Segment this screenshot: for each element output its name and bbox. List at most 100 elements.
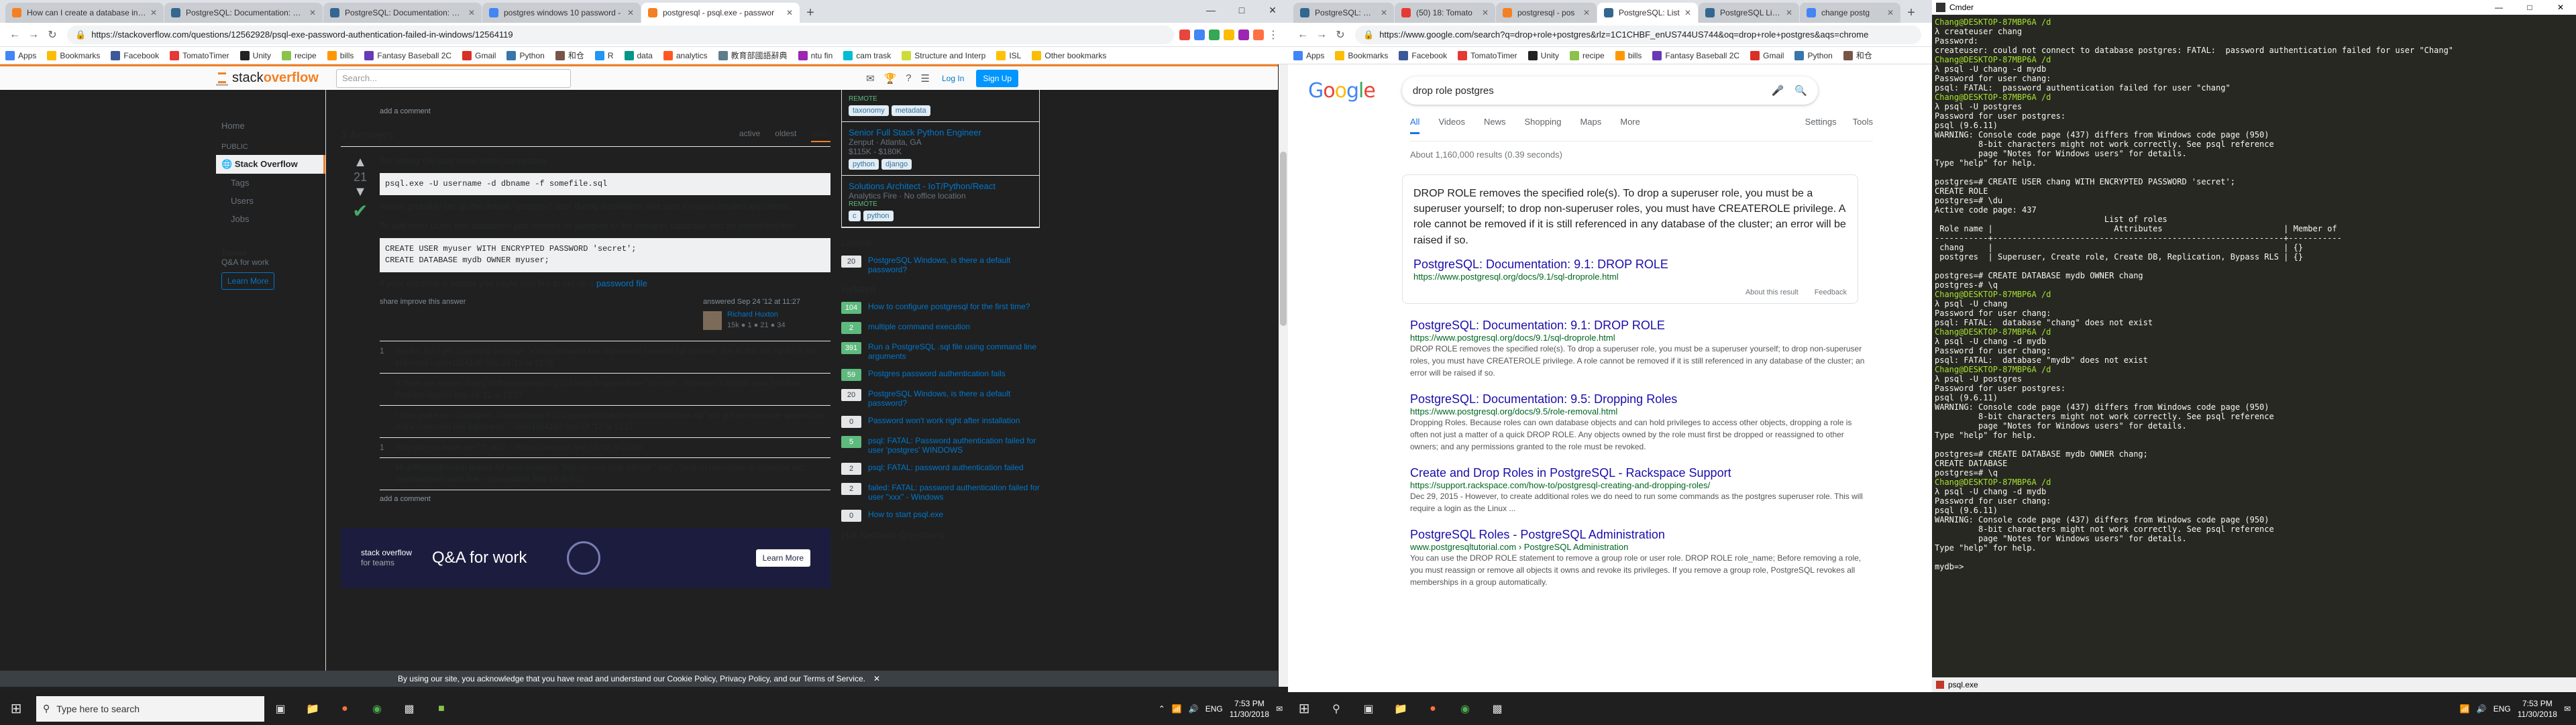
tray-chevron-icon[interactable]: ⌃ [1159,704,1165,714]
mic-icon[interactable]: 🎤 [1771,85,1784,97]
bookmark-item[interactable]: 和仓 [1843,50,1872,61]
about-result-link[interactable]: About this result [1746,288,1799,296]
bookmark-item[interactable]: recipe [282,50,317,60]
result-title-link[interactable]: Create and Drop Roles in PostgreSQL - Ra… [1410,466,1866,480]
close-tab-icon[interactable]: ✕ [1381,8,1387,17]
bookmark-item[interactable]: Bookmarks [1335,50,1388,60]
extension-icon[interactable] [1238,29,1249,40]
browser-tab[interactable]: PostgreSQL: Documentation: 8.3: ✕ [323,3,482,23]
tag[interactable]: django [881,159,912,170]
lang-indicator[interactable]: ENG [2493,704,2511,714]
bookmark-item[interactable]: 教育部國語辭典 [718,50,788,61]
terminal-app-icon[interactable]: ▩ [393,692,425,725]
nav-home[interactable]: Home [216,117,325,135]
browser-tab[interactable]: PostgreSQL: Docu ✕ [1293,3,1394,23]
bookmark-item[interactable]: Facebook [111,50,159,60]
job-listing[interactable]: Senior Full Stack Python Engineer Zenput … [842,122,1039,176]
extension-icon[interactable] [1224,29,1234,40]
so-logo[interactable]: stackoverflow [216,70,319,86]
bookmark-item[interactable]: analytics [663,50,708,60]
lang-indicator[interactable]: ENG [1205,704,1223,714]
google-tab[interactable]: Videos [1438,117,1465,134]
related-question[interactable]: 2 multiple command execution [841,322,1042,334]
close-tab-icon[interactable]: ✕ [1583,8,1590,17]
bookmark-item[interactable]: recipe [1570,50,1605,60]
add-comment-button[interactable]: add a comment [380,489,830,505]
close-tab-icon[interactable]: ✕ [1482,8,1489,17]
taskbar-clock[interactable]: 7:53 PM 11/30/2018 [2518,698,2557,720]
address-bar[interactable]: 🔒 https://stackoverflow.com/questions/12… [67,25,1174,44]
bookmark-item[interactable]: Gmail [1750,50,1784,60]
google-tab[interactable]: News [1484,117,1506,134]
question-link[interactable]: Postgres password authentication fails [868,369,1006,378]
bookmark-item[interactable]: Unity [239,50,271,60]
job-listing[interactable]: Solutions Architect - IoT/Python/React An… [842,176,1039,227]
google-tab[interactable]: Maps [1580,117,1601,134]
maximize-icon[interactable]: □ [2514,3,2545,12]
downvote-icon[interactable]: ▼ [341,184,380,200]
browser-tab[interactable]: postgres windows 10 password - ✕ [482,3,641,23]
nav-stackoverflow[interactable]: 🌐 Stack Overflow [216,155,325,174]
bookmark-item[interactable]: Structure and Interp [902,50,985,60]
volume-icon[interactable]: 🔊 [1189,704,1199,714]
close-tab-icon[interactable]: ✕ [1786,8,1792,17]
close-icon[interactable]: ✕ [873,674,880,683]
sort-oldest-tab[interactable]: oldest [775,129,796,142]
bookmark-item[interactable]: data [624,50,653,60]
banner-learn-more-button[interactable]: Learn More [755,549,810,567]
bookmark-item[interactable]: Gmail [462,50,496,60]
browser-tab[interactable]: change postg ✕ [1800,3,1900,23]
tag[interactable]: taxonomy [849,105,889,116]
related-question[interactable]: 2 failed: FATAL: password authentication … [841,483,1042,502]
sort-active-tab[interactable]: active [739,129,760,142]
related-question[interactable]: 0 Password won't work right after install… [841,416,1042,428]
extension-icon[interactable] [1179,29,1190,40]
bookmark-item[interactable]: Other bookmarks [1032,50,1106,60]
upvote-icon[interactable]: ▲ [341,155,380,170]
related-question[interactable]: 2 psql: FATAL: password authentication fa… [841,463,1042,475]
related-question[interactable]: 20 PostgreSQL Windows, is there a default… [841,389,1042,408]
forward-icon[interactable]: → [1312,25,1331,44]
google-logo[interactable]: Google [1308,79,1376,103]
taskbar-clock[interactable]: 7:53 PM 11/30/2018 [1230,698,1269,720]
close-tab-icon[interactable]: ✕ [309,8,316,17]
close-tab-icon[interactable]: ✕ [468,8,475,17]
job-listing[interactable]: REMOTE taxonomy metadata [842,90,1039,122]
windows-start-icon[interactable]: ⊞ [0,692,32,725]
bookmark-item[interactable]: bills [327,50,354,60]
related-question[interactable]: 0 How to start psql.exe [841,510,1042,522]
browser-tab[interactable]: (50) 18: Tomato ✕ [1395,3,1495,23]
result-title-link[interactable]: PostgreSQL: Documentation: 9.5: Dropping… [1410,392,1866,406]
related-question[interactable]: 59 Postgres password authentication fails [841,369,1042,381]
volume-icon[interactable]: 🔊 [2477,704,2487,714]
network-icon[interactable]: 📶 [1172,704,1182,714]
maximize-icon[interactable]: □ [1226,0,1257,20]
password-file-link[interactable]: password file [596,278,647,288]
related-question[interactable]: 104 How to configure postgresql for the f… [841,302,1042,314]
job-title[interactable]: Senior Full Stack Python Engineer [849,127,1032,137]
close-tab-icon[interactable]: ✕ [1887,8,1894,17]
question-link[interactable]: PostgreSQL Windows, is there a default p… [868,389,1042,408]
related-question[interactable]: 5 psql: FATAL: Password authentication fa… [841,436,1042,455]
job-title[interactable]: Solutions Architect - IoT/Python/React [849,181,1032,191]
close-icon[interactable]: ✕ [2545,3,2576,12]
chrome-icon[interactable]: ◉ [1449,692,1481,725]
add-comment-link[interactable]: add a comment [380,107,830,115]
tag[interactable]: python [863,211,894,221]
question-link[interactable]: How to configure postgresql for the firs… [868,302,1030,311]
stackexchange-icon[interactable]: ☰ [921,72,930,85]
inbox-icon[interactable]: ✉ [866,72,875,85]
file-explorer-icon[interactable]: 📁 [1385,692,1417,725]
browser-tab[interactable]: How can I create a database in M ✕ [5,3,164,23]
question-link[interactable]: psql: FATAL: password authentication fai… [868,463,1024,472]
task-view-icon[interactable]: ▣ [1352,692,1385,725]
sort-votes-tab[interactable]: votes [811,129,830,142]
minimize-icon[interactable]: — [2483,3,2514,12]
back-icon[interactable]: ← [1293,25,1312,44]
nav-tags[interactable]: Tags [216,174,325,192]
windows-start-icon[interactable]: ⊞ [1288,692,1320,725]
question-link[interactable]: PostgreSQL Windows, is there a default p… [868,256,1042,274]
tag[interactable]: c [849,211,861,221]
google-search-input[interactable]: drop role postgres 🎤 🔍 [1402,76,1818,105]
bookmark-item[interactable]: ntu fin [798,50,833,60]
